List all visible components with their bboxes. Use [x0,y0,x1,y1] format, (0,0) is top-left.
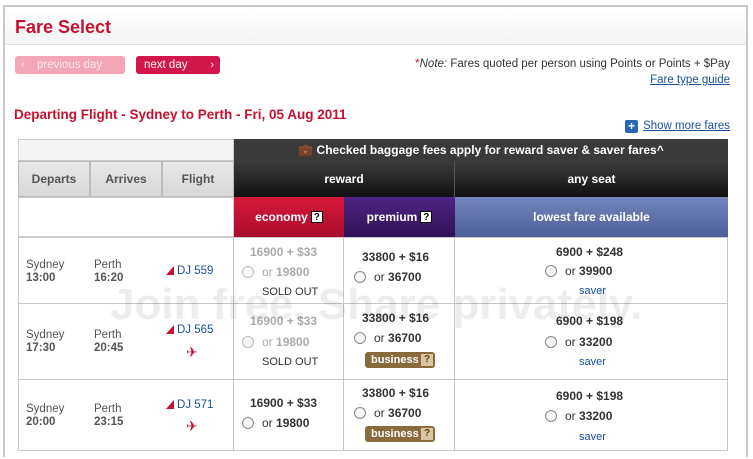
lowest-points: or 39900 [545,264,612,278]
previous-day-label: previous day [37,59,103,71]
depart-city: Sydney [26,259,65,271]
saver-link[interactable]: saver [579,285,606,297]
saver-link[interactable]: saver [579,356,606,368]
airline-tail-icon [166,325,174,334]
previous-day-button[interactable]: ‹ previous day [15,56,125,74]
fare-table: 💼 Checked baggage fees apply for reward … [18,139,728,451]
lowest-price: 6900 + $248 [556,245,624,259]
economy-points: or 19800 [242,416,309,430]
premium-points: or 36700 [354,270,421,284]
next-day-label: next day [144,59,188,71]
economy-points: or 19800 [242,335,309,349]
airplane-icon: ✈ [186,418,198,434]
business-upgrade-badge[interactable]: business? [365,352,435,368]
group-any-seat: any seat [455,161,728,197]
business-upgrade-badge[interactable]: business? [365,426,435,442]
flight-number[interactable]: DJ 565 [166,324,213,336]
fare-note: *Note: Fares quoted per person using Poi… [415,58,730,70]
title-bar: Fare Select [5,7,746,45]
premium-price: 33800 + $16 [362,250,430,264]
arrive-city: Perth [94,259,122,271]
arrive-time: 20:45 [94,342,124,354]
arrive-time: 23:15 [94,416,124,428]
economy-help-icon[interactable]: ? [310,211,323,223]
economy-radio[interactable] [242,336,254,348]
economy-radio[interactable] [242,266,254,278]
subheader-spacer [18,197,234,237]
lowest-radio[interactable] [545,410,557,422]
saver-link[interactable]: saver [579,431,606,443]
premium-price: 33800 + $16 [362,386,430,400]
lowest-price: 6900 + $198 [556,389,624,403]
depart-city: Sydney [26,403,65,415]
premium-label: premium [366,210,418,224]
note-text: Fares quoted per person using Points or … [447,58,730,70]
plus-icon: + [625,120,639,133]
show-more-fares-link[interactable]: + Show more fares [625,120,730,133]
economy-price: 16900 + $33 [250,314,318,328]
note-label: Note: [419,58,448,70]
premium-help-icon[interactable]: ? [420,211,433,223]
arrive-city: Perth [94,403,122,415]
premium-radio[interactable] [354,271,366,283]
economy-radio[interactable] [242,417,254,429]
economy-price: 16900 + $33 [250,396,318,410]
airplane-icon: ✈ [186,344,198,360]
airline-tail-icon [166,400,174,409]
business-help-icon[interactable]: ? [421,354,433,366]
premium-price: 33800 + $16 [362,311,430,325]
chevron-right-icon: › [210,59,214,71]
premium-points: or 36700 [354,406,421,420]
col-arrives: Arrives [90,161,162,197]
economy-header: economy? [234,197,344,237]
depart-time: 20:00 [26,416,56,428]
lowest-points: or 33200 [545,409,612,423]
baggage-notice-text: Checked baggage fees apply for reward sa… [316,143,664,157]
table-row: Sydney 20:00 Perth 23:15 DJ 571 ✈ 16900 … [18,379,728,451]
arrive-time: 16:20 [94,272,124,284]
depart-time: 13:00 [26,272,56,284]
premium-header: premium? [344,197,455,237]
luggage-icon: 💼 [298,143,317,157]
lowest-fare-header: lowest fare available [455,197,728,237]
next-day-button[interactable]: next day › [136,56,220,74]
table-corner [18,139,234,161]
economy-points: or 19800 [242,265,309,279]
baggage-notice: 💼 Checked baggage fees apply for reward … [234,139,728,161]
col-flight: Flight [162,161,234,197]
flight-number[interactable]: DJ 571 [166,399,213,411]
depart-city: Sydney [26,329,65,341]
lowest-radio[interactable] [545,265,557,277]
lowest-radio[interactable] [545,336,557,348]
page-title: Fare Select [15,17,112,37]
lowest-price: 6900 + $198 [556,314,624,328]
arrive-city: Perth [94,329,122,341]
business-help-icon[interactable]: ? [421,428,433,440]
premium-radio[interactable] [354,407,366,419]
premium-points: or 36700 [354,331,421,345]
group-reward: reward [234,161,455,197]
table-row: Sydney 17:30 Perth 20:45 DJ 565 ✈ 16900 … [18,303,728,379]
fare-type-guide-link[interactable]: Fare type guide [650,74,730,86]
show-more-label: Show more fares [643,120,730,132]
sold-out-label: SOLD OUT [262,286,319,298]
fare-select-panel: Fare Select ‹ previous day next day › *N… [3,5,748,457]
sold-out-label: SOLD OUT [262,356,319,368]
lowest-points: or 33200 [545,335,612,349]
col-departs: Departs [18,161,90,197]
airline-tail-icon [166,266,174,275]
flight-number[interactable]: DJ 559 [166,265,213,277]
table-row: Sydney 13:00 Perth 16:20 DJ 559 16900 + … [18,237,728,303]
depart-time: 17:30 [26,342,56,354]
route-heading: Departing Flight - Sydney to Perth - Fri… [14,107,347,122]
premium-radio[interactable] [354,332,366,344]
economy-price: 16900 + $33 [250,245,318,259]
economy-label: economy [255,210,308,224]
chevron-left-icon: ‹ [21,59,25,71]
